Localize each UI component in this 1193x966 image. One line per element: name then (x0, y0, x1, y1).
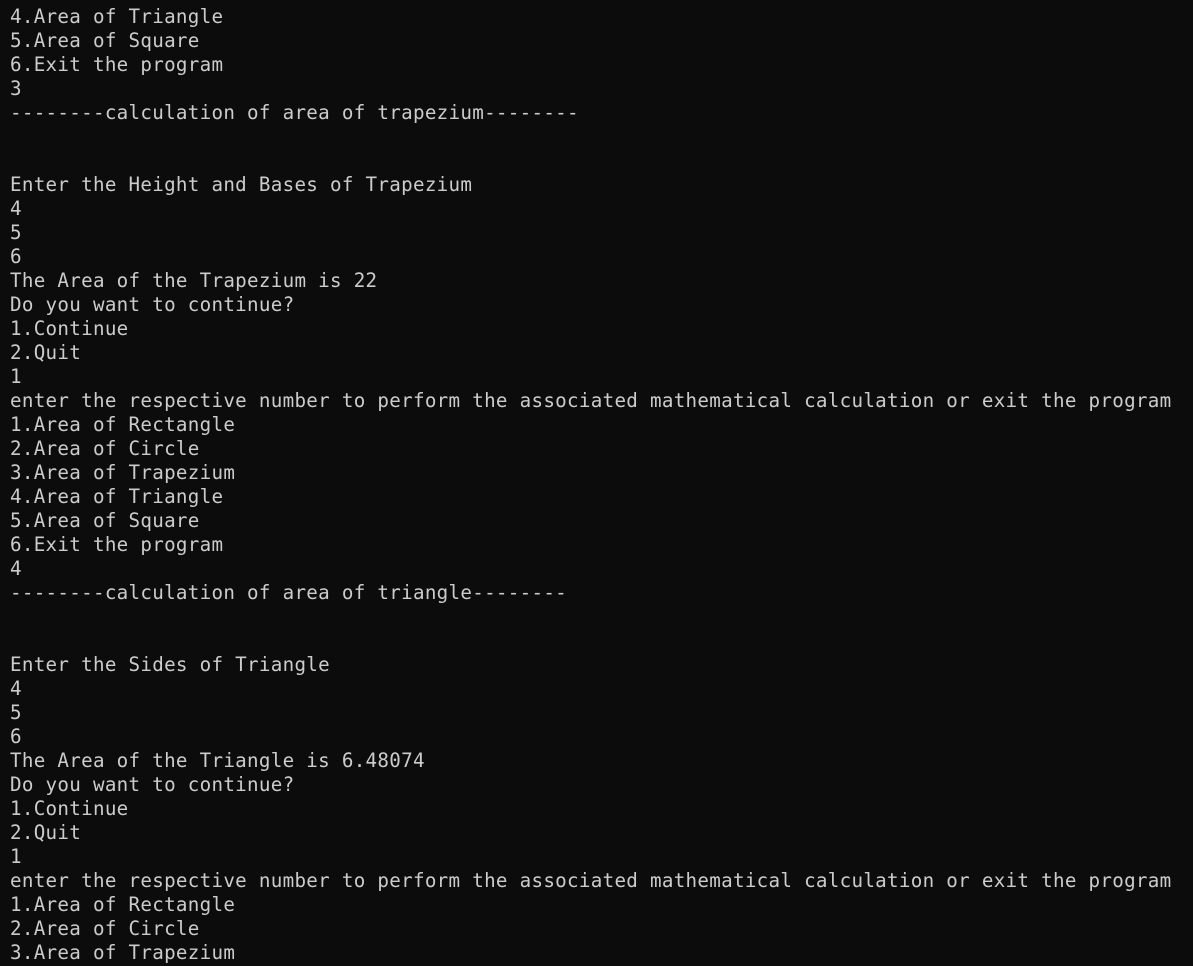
terminal-line: 4.Area of Triangle (10, 485, 224, 508)
terminal-line: 3.Area of Trapezium (10, 941, 236, 964)
terminal-line: 5 (10, 701, 22, 724)
terminal-line: 2.Quit (10, 821, 82, 844)
terminal-line: Enter the Sides of Triangle (10, 653, 330, 676)
terminal-line: 3.Area of Trapezium (10, 461, 236, 484)
terminal-line: --------calculation of area of triangle-… (10, 581, 568, 604)
terminal-line: 4 (10, 197, 22, 220)
terminal-line: 6.Exit the program (10, 533, 224, 556)
terminal-line: 4 (10, 557, 22, 580)
terminal-line: 1.Continue (10, 797, 129, 820)
terminal-line: The Area of the Triangle is 6.48074 (10, 749, 425, 772)
terminal-line: --------calculation of area of trapezium… (10, 101, 579, 124)
terminal-window[interactable]: 4.Area of Triangle 5.Area of Square 6.Exit… (0, 0, 1193, 966)
terminal-line: 5.Area of Square (10, 29, 200, 52)
terminal-line: 6 (10, 725, 22, 748)
terminal-line: The Area of the Trapezium is 22 (10, 269, 378, 292)
terminal-line: 2.Area of Circle (10, 437, 200, 460)
terminal-line: 1.Area of Rectangle (10, 413, 236, 436)
terminal-line: Do you want to continue? (10, 773, 295, 796)
terminal-line: 3 (10, 77, 22, 100)
terminal-line: 4.Area of Triangle (10, 5, 224, 28)
terminal-line: 6.Exit the program (10, 53, 224, 76)
terminal-line: 1.Area of Rectangle (10, 893, 236, 916)
terminal-output: 4.Area of Triangle 5.Area of Square 6.Exit… (10, 5, 1193, 965)
terminal-line: enter the respective number to perform t… (10, 389, 1172, 412)
terminal-line: 6 (10, 245, 22, 268)
terminal-line: 5.Area of Square (10, 509, 200, 532)
terminal-line: 1 (10, 365, 22, 388)
terminal-line: 4 (10, 677, 22, 700)
terminal-line: 2.Area of Circle (10, 917, 200, 940)
terminal-line: 1 (10, 845, 22, 868)
terminal-line: enter the respective number to perform t… (10, 869, 1172, 892)
terminal-line: Enter the Height and Bases of Trapezium (10, 173, 473, 196)
terminal-line: 2.Quit (10, 341, 82, 364)
terminal-line: 5 (10, 221, 22, 244)
terminal-line: 1.Continue (10, 317, 129, 340)
terminal-line: Do you want to continue? (10, 293, 295, 316)
